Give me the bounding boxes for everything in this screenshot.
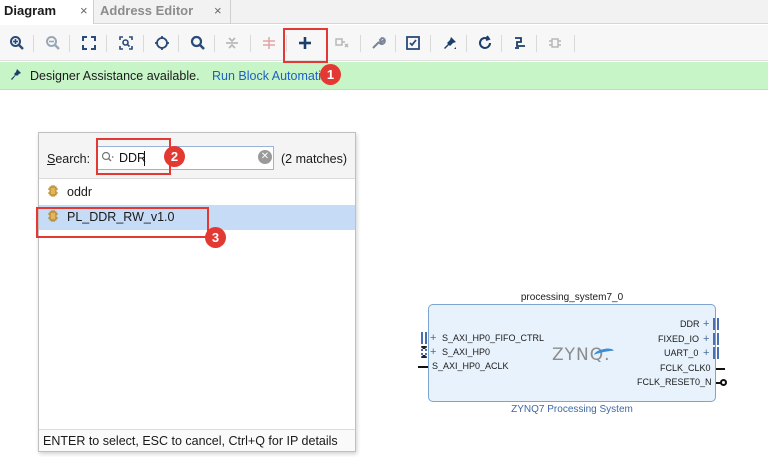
toolbar-separator	[360, 35, 361, 52]
fit-view-icon[interactable]	[79, 33, 99, 53]
popup-footer: ENTER to select, ESC to cancel, Ctrl+Q f…	[39, 429, 355, 451]
bus-connector-icon[interactable]	[713, 333, 719, 345]
regenerate-layout-icon[interactable]	[510, 33, 530, 53]
tab-address-editor-label: Address Editor	[100, 3, 194, 18]
annotation-box-2	[96, 138, 171, 175]
clock-output-pin[interactable]	[716, 368, 725, 370]
pin-icon[interactable]	[440, 33, 460, 53]
pin-icon	[10, 68, 22, 85]
diagram-toolbar	[0, 25, 768, 61]
bus-connector-icon[interactable]	[713, 318, 719, 330]
expand-port-icon[interactable]: +	[430, 347, 436, 358]
route-net-icon[interactable]	[332, 33, 352, 53]
zoom-in-icon[interactable]	[7, 33, 27, 53]
search-result-item[interactable]: oddr	[39, 180, 355, 205]
annotation-badge-3: 3	[205, 227, 226, 248]
toolbar-separator	[178, 35, 179, 52]
route-icon[interactable]	[259, 33, 279, 53]
port-ddr[interactable]: DDR	[680, 319, 700, 329]
hierarchy-icon[interactable]	[545, 33, 565, 53]
toolbar-separator	[574, 35, 575, 52]
toolbar-separator	[250, 35, 251, 52]
search-icon[interactable]	[188, 33, 208, 53]
toolbar-separator	[501, 35, 502, 52]
toolbar-separator	[69, 35, 70, 52]
toolbar-separator	[106, 35, 107, 52]
clock-pin[interactable]	[418, 366, 428, 368]
port-s-axi-hp0-aclk[interactable]: S_AXI_HP0_ACLK	[432, 361, 509, 371]
wrench-icon[interactable]	[368, 33, 388, 53]
block-instance-name: processing_system7_0	[520, 292, 624, 303]
tab-address-editor[interactable]: Address Editor ×	[95, 0, 231, 24]
designer-assistance-banner: Designer Assistance available. Run Block…	[0, 62, 768, 90]
toolbar-separator	[395, 35, 396, 52]
zoom-selection-icon[interactable]	[116, 33, 136, 53]
annotation-box-3	[36, 207, 209, 238]
expand-port-icon[interactable]: +	[430, 333, 436, 344]
tab-diagram[interactable]: Diagram ×	[0, 0, 94, 24]
bus-connector-icon[interactable]	[421, 332, 427, 344]
annotation-badge-1: 1	[320, 64, 341, 85]
assistance-message: Designer Assistance available.	[30, 69, 200, 83]
annotation-badge-2: 2	[164, 146, 185, 167]
expand-port-icon[interactable]: +	[703, 334, 709, 345]
bus-connector-icon[interactable]	[421, 346, 427, 358]
toolbar-separator	[430, 35, 431, 52]
zoom-out-icon[interactable]	[43, 33, 63, 53]
run-block-automation-link[interactable]: Run Block Automation	[212, 69, 324, 83]
toolbar-separator	[33, 35, 34, 52]
search-row: Search: DDR ✕ (2 matches)	[39, 133, 355, 179]
close-icon[interactable]: ×	[80, 0, 88, 22]
port-fclk-reset0-n[interactable]: FCLK_RESET0_N	[637, 377, 712, 387]
search-result-label: oddr	[67, 185, 93, 199]
ip-core-icon	[47, 185, 59, 200]
port-s-axi-hp0[interactable]: S_AXI_HP0	[442, 347, 490, 357]
footer-hint: ENTER to select, ESC to cancel, Ctrl+Q f…	[43, 434, 338, 448]
tab-bar: Diagram × Address Editor ×	[0, 0, 768, 24]
ip-search-popup: Search: DDR ✕ (2 matches) oddr PL_DDR_RW…	[38, 132, 356, 452]
toolbar-separator	[466, 35, 467, 52]
refresh-icon[interactable]	[475, 33, 495, 53]
toolbar-separator	[536, 35, 537, 52]
port-s-axi-hp0-fifo-ctrl[interactable]: S_AXI_HP0_FIFO_CTRL	[442, 333, 544, 343]
close-icon[interactable]: ×	[214, 0, 222, 22]
toolbar-separator	[143, 35, 144, 52]
collapse-icon[interactable]	[222, 33, 242, 53]
expand-port-icon[interactable]: +	[703, 348, 709, 359]
bus-connector-icon[interactable]	[713, 347, 719, 359]
port-uart-0[interactable]: UART_0	[664, 348, 698, 358]
active-low-bubble-icon	[720, 379, 727, 386]
match-count: (2 matches)	[281, 152, 347, 166]
expand-port-icon[interactable]: +	[703, 319, 709, 330]
search-label-rest: earch:	[55, 152, 91, 166]
port-fixed-io[interactable]: FIXED_IO	[658, 334, 699, 344]
annotation-box-1	[283, 28, 328, 63]
toolbar-separator	[214, 35, 215, 52]
block-subtitle: ZYNQ7 Processing System	[511, 404, 633, 415]
tab-diagram-label: Diagram	[4, 3, 57, 18]
validate-icon[interactable]	[403, 33, 423, 53]
search-label: Search:	[47, 152, 90, 166]
port-fclk-clk0[interactable]: FCLK_CLK0	[660, 363, 711, 373]
center-icon[interactable]	[152, 33, 172, 53]
clear-search-icon[interactable]: ✕	[258, 150, 272, 164]
